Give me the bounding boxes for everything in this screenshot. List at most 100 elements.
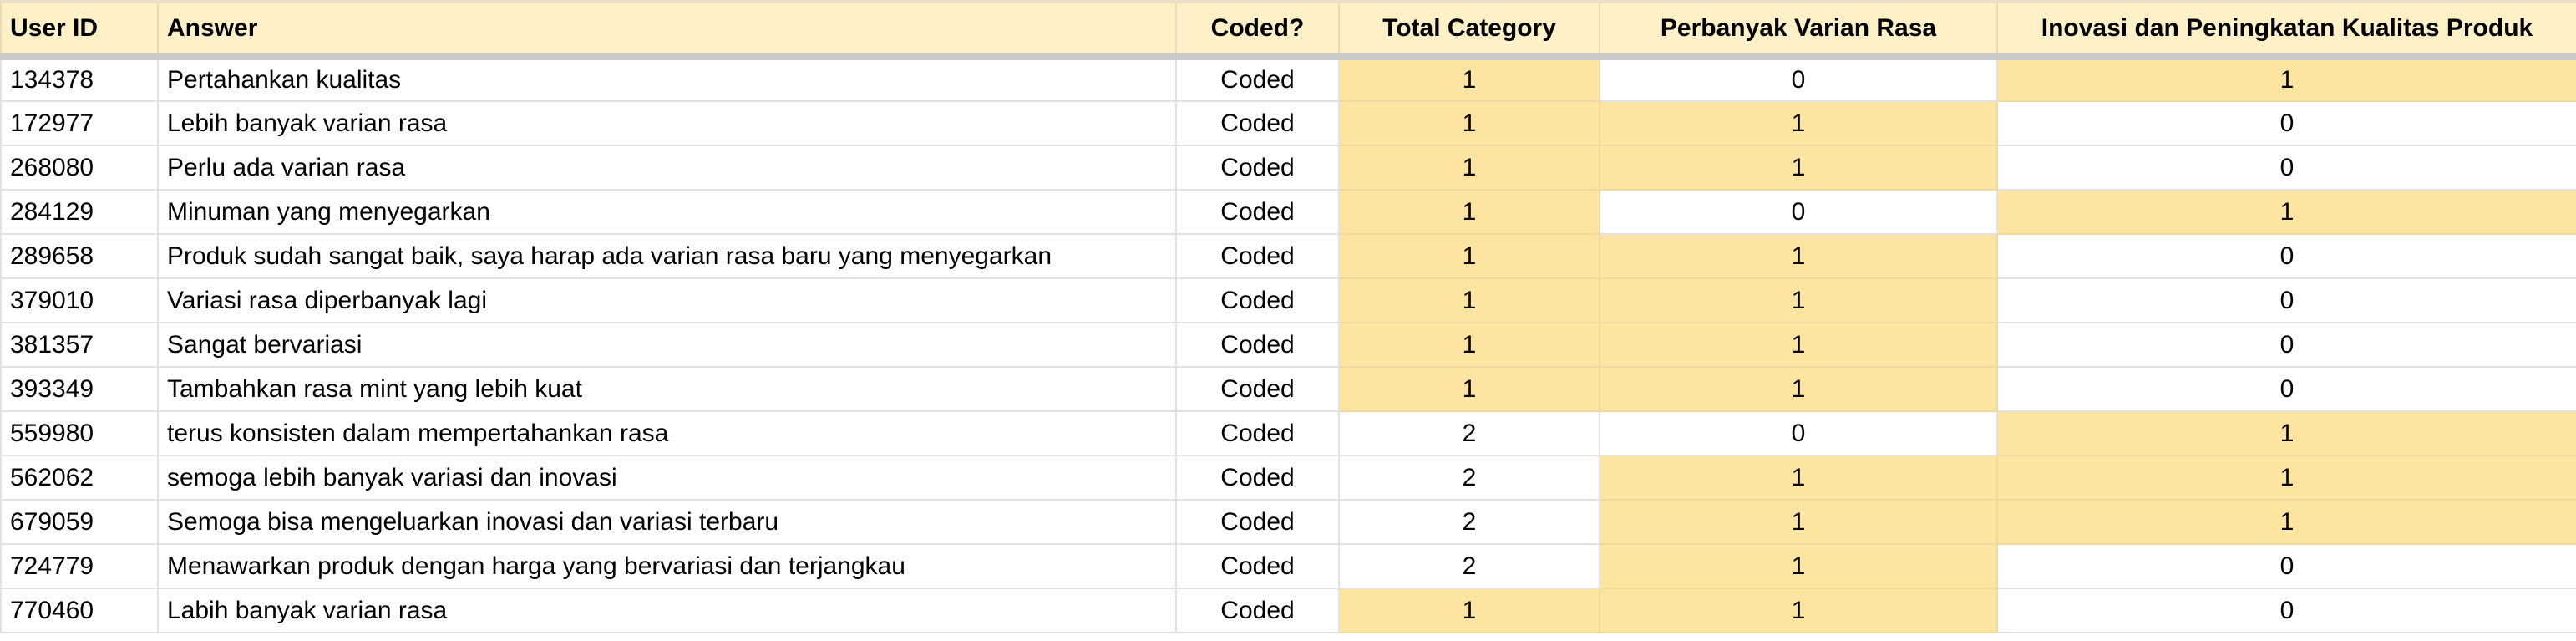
cell-total-category[interactable]: 1 [1338, 100, 1600, 146]
cell-total-category[interactable]: 2 [1338, 455, 1600, 501]
header-coded[interactable]: Coded? [1175, 1, 1340, 60]
cell-coded[interactable]: Coded [1175, 322, 1340, 368]
cell-inovasi[interactable]: 0 [1996, 543, 2576, 589]
cell-coded[interactable]: Coded [1175, 189, 1340, 235]
cell-answer[interactable]: Sangat bervariasi [157, 322, 1177, 368]
cell-coded[interactable]: Coded [1175, 588, 1340, 633]
table-row: 679059 Semoga bisa mengeluarkan inovasi d… [0, 499, 2576, 545]
cell-total-category[interactable]: 2 [1338, 499, 1600, 545]
cell-answer[interactable]: Lebih banyak varian rasa [157, 100, 1177, 146]
header-inovasi[interactable]: Inovasi dan Peningkatan Kualitas Produk [1996, 1, 2576, 60]
cell-user-id[interactable]: 562062 [0, 455, 159, 501]
cell-answer[interactable]: Semoga bisa mengeluarkan inovasi dan var… [157, 499, 1177, 545]
cell-answer[interactable]: Perlu ada varian rasa [157, 145, 1177, 191]
cell-perbanyak-varian-rasa[interactable]: 1 [1599, 366, 1998, 412]
cell-inovasi[interactable]: 0 [1996, 588, 2576, 633]
header-row: User ID Answer Coded? Total Category Per… [0, 1, 2576, 60]
spreadsheet-grid: User ID Answer Coded? Total Category Per… [0, 0, 2576, 641]
cell-coded[interactable]: Coded [1175, 56, 1340, 102]
table-row: 379010 Variasi rasa diperbanyak lagi Coded… [0, 277, 2576, 323]
cell-perbanyak-varian-rasa[interactable]: 1 [1599, 145, 1998, 191]
cell-user-id[interactable]: 379010 [0, 277, 159, 323]
cell-perbanyak-varian-rasa[interactable]: 1 [1599, 543, 1998, 589]
cell-user-id[interactable]: 724779 [0, 543, 159, 589]
cell-user-id[interactable]: 381357 [0, 322, 159, 368]
cell-perbanyak-varian-rasa[interactable]: 1 [1599, 100, 1998, 146]
cell-answer[interactable]: Pertahankan kualitas [157, 56, 1177, 102]
cell-coded[interactable]: Coded [1175, 499, 1340, 545]
table-row: 134378 Pertahankan kualitas Coded 1 0 1 [0, 56, 2576, 102]
cell-coded[interactable]: Coded [1175, 410, 1340, 456]
cell-answer[interactable]: Minuman yang menyegarkan [157, 189, 1177, 235]
table-row: 562062 semoga lebih banyak variasi dan in… [0, 455, 2576, 501]
cell-coded[interactable]: Coded [1175, 233, 1340, 279]
table-row: 724779 Menawarkan produk dengan harga yan… [0, 543, 2576, 589]
cell-inovasi[interactable]: 1 [1996, 410, 2576, 456]
cell-user-id[interactable]: 393349 [0, 366, 159, 412]
data-table: User ID Answer Coded? Total Category Per… [0, 0, 2576, 633]
cell-perbanyak-varian-rasa[interactable]: 1 [1599, 455, 1998, 501]
table-row: 559980 terus konsisten dalam mempertahank… [0, 410, 2576, 456]
table-row: 284129 Minuman yang menyegarkan Coded 1 0 1 [0, 189, 2576, 235]
cell-total-category[interactable]: 1 [1338, 322, 1600, 368]
cell-inovasi[interactable]: 0 [1996, 366, 2576, 412]
table-row: 268080 Perlu ada varian rasa Coded 1 1 0 [0, 145, 2576, 191]
cell-total-category[interactable]: 1 [1338, 189, 1600, 235]
cell-user-id[interactable]: 134378 [0, 56, 159, 102]
cell-perbanyak-varian-rasa[interactable]: 0 [1599, 189, 1998, 235]
table-row: 289658 Produk sudah sangat baik, saya har… [0, 233, 2576, 279]
cell-user-id[interactable]: 770460 [0, 588, 159, 633]
cell-total-category[interactable]: 1 [1338, 145, 1600, 191]
cell-total-category[interactable]: 1 [1338, 56, 1600, 102]
cell-inovasi[interactable]: 0 [1996, 233, 2576, 279]
cell-perbanyak-varian-rasa[interactable]: 1 [1599, 277, 1998, 323]
cell-answer[interactable]: Variasi rasa diperbanyak lagi [157, 277, 1177, 323]
cell-inovasi[interactable]: 0 [1996, 100, 2576, 146]
cell-answer[interactable]: terus konsisten dalam mempertahankan ras… [157, 410, 1177, 456]
cell-perbanyak-varian-rasa[interactable]: 0 [1599, 410, 1998, 456]
cell-answer[interactable]: semoga lebih banyak variasi dan inovasi [157, 455, 1177, 501]
cell-inovasi[interactable]: 0 [1996, 322, 2576, 368]
header-user-id[interactable]: User ID [0, 1, 159, 60]
cell-coded[interactable]: Coded [1175, 145, 1340, 191]
cell-user-id[interactable]: 559980 [0, 410, 159, 456]
cell-inovasi[interactable]: 0 [1996, 145, 2576, 191]
cell-inovasi[interactable]: 1 [1996, 189, 2576, 235]
table-body: 134378 Pertahankan kualitas Coded 1 0 1 172977… [0, 56, 2576, 633]
cell-perbanyak-varian-rasa[interactable]: 1 [1599, 233, 1998, 279]
cell-perbanyak-varian-rasa[interactable]: 1 [1599, 322, 1998, 368]
table-row: 393349 Tambahkan rasa mint yang lebih kua… [0, 366, 2576, 412]
cell-coded[interactable]: Coded [1175, 100, 1340, 146]
cell-inovasi[interactable]: 1 [1996, 455, 2576, 501]
cell-user-id[interactable]: 284129 [0, 189, 159, 235]
cell-answer[interactable]: Menawarkan produk dengan harga yang berv… [157, 543, 1177, 589]
cell-user-id[interactable]: 679059 [0, 499, 159, 545]
cell-inovasi[interactable]: 0 [1996, 277, 2576, 323]
cell-coded[interactable]: Coded [1175, 366, 1340, 412]
cell-user-id[interactable]: 268080 [0, 145, 159, 191]
cell-total-category[interactable]: 1 [1338, 588, 1600, 633]
cell-coded[interactable]: Coded [1175, 543, 1340, 589]
cell-perbanyak-varian-rasa[interactable]: 1 [1599, 499, 1998, 545]
cell-coded[interactable]: Coded [1175, 455, 1340, 501]
cell-total-category[interactable]: 1 [1338, 277, 1600, 323]
cell-answer[interactable]: Produk sudah sangat baik, saya harap ada… [157, 233, 1177, 279]
cell-total-category[interactable]: 2 [1338, 543, 1600, 589]
header-answer[interactable]: Answer [157, 1, 1177, 60]
cell-inovasi[interactable]: 1 [1996, 56, 2576, 102]
cell-perbanyak-varian-rasa[interactable]: 0 [1599, 56, 1998, 102]
cell-answer[interactable]: Labih banyak varian rasa [157, 588, 1177, 633]
cell-total-category[interactable]: 2 [1338, 410, 1600, 456]
cell-user-id[interactable]: 172977 [0, 100, 159, 146]
header-perbanyak-varian-rasa[interactable]: Perbanyak Varian Rasa [1599, 1, 1998, 60]
cell-answer[interactable]: Tambahkan rasa mint yang lebih kuat [157, 366, 1177, 412]
cell-user-id[interactable]: 289658 [0, 233, 159, 279]
cell-coded[interactable]: Coded [1175, 277, 1340, 323]
cell-total-category[interactable]: 1 [1338, 233, 1600, 279]
header-total-category[interactable]: Total Category [1338, 1, 1600, 60]
cell-perbanyak-varian-rasa[interactable]: 1 [1599, 588, 1998, 633]
cell-total-category[interactable]: 1 [1338, 366, 1600, 412]
table-row: 381357 Sangat bervariasi Coded 1 1 0 [0, 322, 2576, 368]
cell-inovasi[interactable]: 1 [1996, 499, 2576, 545]
table-row: 172977 Lebih banyak varian rasa Coded 1 1 0 [0, 100, 2576, 146]
